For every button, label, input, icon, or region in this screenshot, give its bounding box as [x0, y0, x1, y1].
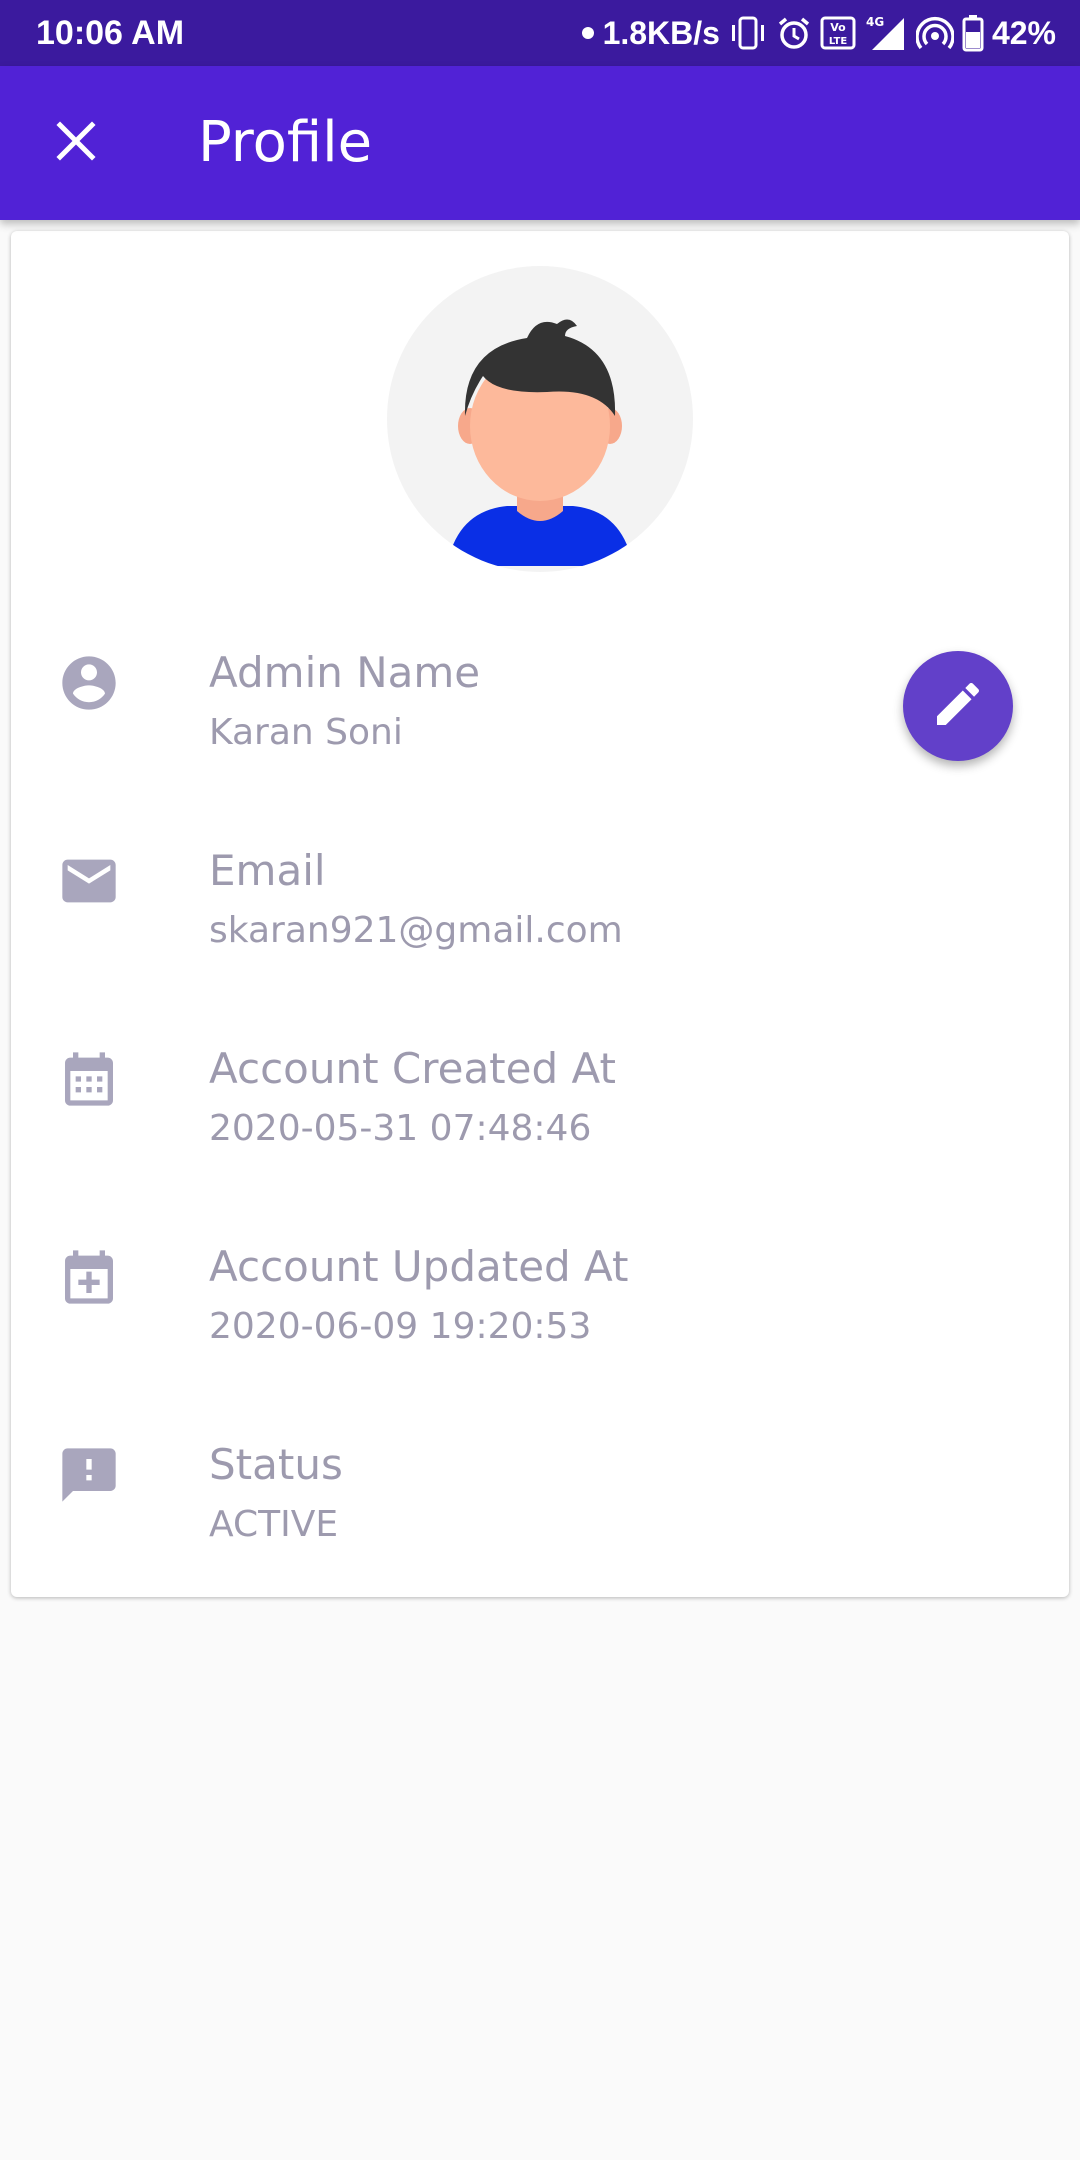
- profile-card: Admin Name Karan Soni Email skaran921@gm…: [11, 231, 1069, 1597]
- field-value: ACTIVE: [209, 1504, 339, 1545]
- svg-text:LTE: LTE: [829, 36, 848, 47]
- field-value: Karan Soni: [209, 712, 403, 753]
- profile-field-status: Status ACTIVE: [11, 1423, 1069, 1603]
- profile-field-email: Email skaran921@gmail.com: [11, 829, 1069, 1009]
- close-icon: [54, 119, 98, 167]
- field-label: Account Created At: [209, 1044, 616, 1093]
- profile-field-updated-at: Account Updated At 2020-06-09 19:20:53: [11, 1225, 1069, 1405]
- signal-4g-icon: 4G: [864, 14, 908, 52]
- svg-text:4G: 4G: [866, 15, 884, 29]
- dot-icon: [581, 26, 595, 40]
- field-label: Account Updated At: [209, 1242, 629, 1291]
- field-value: skaran921@gmail.com: [209, 910, 623, 951]
- account-circle-icon: [57, 651, 121, 715]
- email-icon: [57, 849, 121, 913]
- edit-icon: [930, 676, 986, 736]
- field-label: Admin Name: [209, 648, 481, 697]
- volte-icon: Vo LTE: [820, 16, 856, 50]
- status-bar: 10:06 AM 1.8KB/s Vo LTE 4G 42%: [0, 0, 1080, 66]
- field-label: Email: [209, 846, 326, 895]
- alarm-icon: [776, 15, 812, 51]
- close-button[interactable]: [36, 103, 116, 183]
- status-icons: 1.8KB/s Vo LTE 4G 42%: [581, 8, 1056, 58]
- edit-button[interactable]: [903, 651, 1013, 761]
- status-time: 10:06 AM: [36, 14, 185, 52]
- network-speed: 1.8KB/s: [602, 14, 720, 51]
- field-value: 2020-06-09 19:20:53: [209, 1306, 592, 1347]
- vibrate-icon: [728, 15, 768, 51]
- battery-percent: 42%: [991, 14, 1056, 51]
- field-label: Status: [209, 1440, 343, 1489]
- app-bar: Profile: [0, 66, 1080, 220]
- calendar-icon: [57, 1047, 121, 1111]
- calendar-plus-icon: [57, 1245, 121, 1309]
- avatar: [387, 266, 693, 572]
- battery-icon: [962, 14, 984, 52]
- hotspot-icon: [915, 14, 954, 52]
- page-title: Profile: [198, 110, 373, 175]
- field-value: 2020-05-31 07:48:46: [209, 1108, 592, 1149]
- profile-field-created-at: Account Created At 2020-05-31 07:48:46: [11, 1027, 1069, 1207]
- svg-text:Vo: Vo: [830, 21, 846, 34]
- feedback-icon: [57, 1443, 121, 1507]
